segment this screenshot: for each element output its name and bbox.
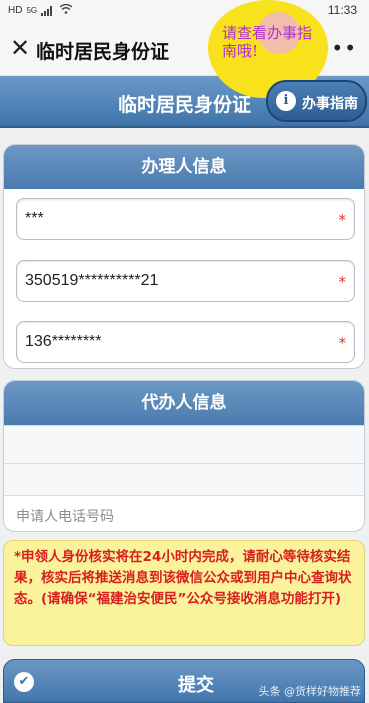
required-mark: * <box>338 273 347 291</box>
name-field[interactable]: *** * <box>16 198 355 240</box>
applicant-card-title: 办理人信息 <box>4 145 364 189</box>
name-value: *** <box>25 210 44 227</box>
info-icon: i <box>276 91 296 111</box>
agent-name-field[interactable] <box>4 425 364 463</box>
agent-card-title: 代办人信息 <box>4 381 364 425</box>
notice-text: *申领人身份核实将在24小时内完成，请耐心等待核实结果，核实后将推送消息到该微信… <box>14 549 352 607</box>
signal-label: 5G <box>26 6 38 15</box>
submit-label: 提交 <box>178 675 214 696</box>
guide-button[interactable]: i 办事指南 <box>266 80 367 122</box>
check-icon: ✔ <box>14 672 34 692</box>
clock: 11:33 <box>327 3 357 17</box>
agent-card: 代办人信息 申请人电话号码 <box>3 380 365 532</box>
banner-title: 临时居民身份证 <box>118 94 252 116</box>
bubble-text: 请查看办事指南哦! <box>222 24 313 60</box>
applicant-phone-placeholder: 申请人电话号码 <box>16 509 114 525</box>
required-mark: * <box>338 211 347 229</box>
required-mark: * <box>338 334 347 352</box>
status-signal-group: HD 5G <box>8 3 73 17</box>
applicant-card: 办理人信息 *** * 350519**********21 * 136****… <box>3 144 365 369</box>
phone-field[interactable]: 136******** * <box>16 321 355 363</box>
signal-icon <box>41 5 55 16</box>
applicant-phone-field[interactable]: 申请人电话号码 <box>4 495 364 531</box>
phone-value: 136******** <box>25 333 102 350</box>
id-number-value: 350519**********21 <box>25 272 159 289</box>
notice-box: *申领人身份核实将在24小时内完成，请耐心等待核实结果，核实后将推送消息到该微信… <box>3 540 365 646</box>
id-number-field[interactable]: 350519**********21 * <box>16 260 355 302</box>
guide-button-label: 办事指南 <box>302 96 358 112</box>
page-title: 临时居民身份证 <box>36 41 170 63</box>
wifi-icon <box>59 3 73 17</box>
close-icon[interactable]: ✕ <box>6 34 34 62</box>
network-label: HD <box>8 5 23 16</box>
watermark: 头条 @货样好物推荐 <box>258 685 362 698</box>
